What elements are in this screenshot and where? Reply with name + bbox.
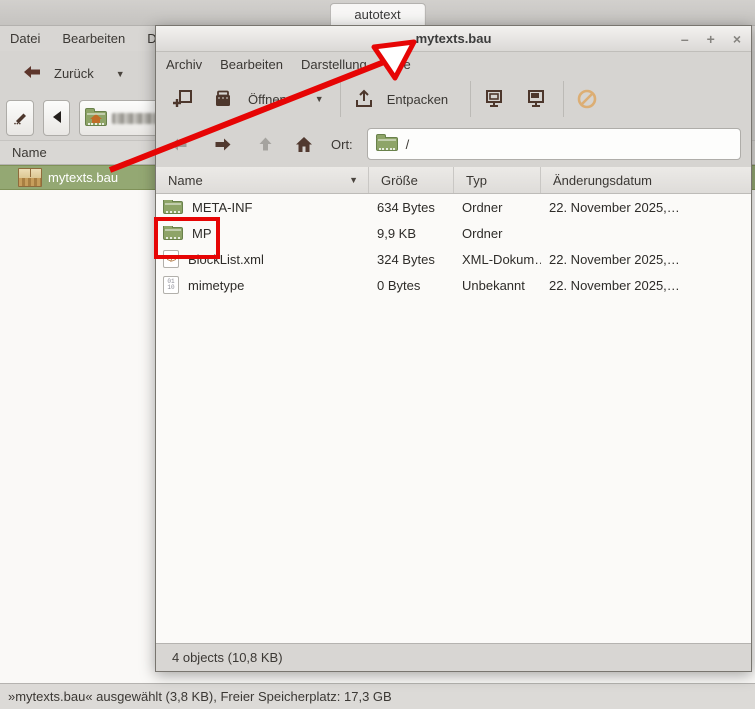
menu-bearbeiten-archive[interactable]: Bearbeiten [220, 57, 283, 72]
stop-icon [574, 86, 600, 112]
file-type: Ordner [454, 226, 541, 241]
nav-up-icon[interactable] [258, 136, 273, 152]
file-type: XML-Dokum… [454, 252, 541, 267]
file-manager-title: autotext [329, 3, 425, 26]
column-header-type[interactable]: Typ [454, 167, 541, 193]
archive-navbar: Ort: / [156, 121, 751, 167]
menu-bearbeiten[interactable]: Bearbeiten [62, 31, 125, 46]
file-date: 22. November 2025,… [541, 278, 751, 293]
xml-file-icon: </> [163, 250, 179, 268]
location-label: Ort: [331, 137, 353, 152]
open-button[interactable]: Öffnen [248, 92, 287, 107]
file-type: Ordner [454, 200, 541, 215]
breadcrumb-scroll-left-button[interactable] [43, 100, 70, 136]
current-folder-icon [376, 137, 398, 151]
archive-menubar: Archiv Bearbeiten Darstellung Hilfe [156, 52, 751, 77]
folder-icon [163, 201, 183, 214]
add-files-button[interactable] [170, 86, 196, 112]
file-size: 634 Bytes [369, 200, 454, 215]
archive-window-title: mytexts.bau [156, 31, 751, 46]
nav-home-icon[interactable] [295, 136, 313, 153]
back-history-dropdown-icon[interactable]: ▼ [116, 69, 125, 79]
file-name: mimetype [188, 278, 244, 293]
file-type: Unbekannt [454, 278, 541, 293]
archive-toolbar: Öffnen ▼ Entpacken [156, 77, 751, 121]
minimize-button[interactable]: – [681, 32, 689, 46]
archive-manager-window: mytexts.bau – + × Archiv Bearbeiten Dars… [155, 25, 752, 672]
selected-file-name: mytexts.bau [48, 170, 118, 185]
extract-icon [351, 86, 377, 112]
table-row-mp[interactable]: MP 9,9 KB Ordner [156, 220, 751, 246]
toolbar-separator [563, 81, 564, 117]
extract-button[interactable]: Entpacken [387, 92, 448, 107]
back-arrow-icon [22, 64, 42, 83]
file-size: 9,9 KB [369, 226, 454, 241]
file-date: 22. November 2025,… [541, 200, 751, 215]
table-row-meta-inf[interactable]: META-INF 634 Bytes Ordner 22. November 2… [156, 194, 751, 220]
menu-darstellung-archive[interactable]: Darstellung [301, 57, 367, 72]
menu-hilfe[interactable]: Hilfe [385, 57, 411, 72]
archive-table-header: Name ▼ Größe Typ Änderungsdatum [156, 167, 751, 194]
file-size: 324 Bytes [369, 252, 454, 267]
file-date: 22. November 2025,… [541, 252, 751, 267]
menu-archiv[interactable]: Archiv [166, 57, 202, 72]
view-all-files-icon[interactable] [481, 86, 507, 112]
table-row-mimetype[interactable]: 0110 mimetype 0 Bytes Unbekannt 22. Nove… [156, 272, 751, 298]
archive-list-empty-area[interactable] [156, 298, 751, 643]
add-folder-button[interactable] [210, 86, 236, 112]
archive-titlebar[interactable]: mytexts.bau – + × [156, 26, 751, 52]
back-button-label: Zurück [54, 66, 94, 81]
nav-forward-icon[interactable] [214, 137, 232, 152]
file-manager-titlebar[interactable]: autotext [0, 0, 755, 26]
archive-statusbar: 4 objects (10,8 KB) [156, 643, 751, 671]
close-button[interactable]: × [733, 32, 741, 46]
table-row-blocklist[interactable]: </> BlockList.xml 324 Bytes XML-Dokum… 2… [156, 246, 751, 272]
toolbar-separator [340, 81, 341, 117]
menu-datei[interactable]: Datei [10, 31, 40, 46]
location-field[interactable]: / [367, 128, 741, 160]
archive-status-text: 4 objects (10,8 KB) [172, 650, 283, 665]
file-manager-statusbar: »mytexts.bau« ausgewählt (3,8 KB), Freie… [0, 683, 755, 709]
toolbar-separator [470, 81, 471, 117]
file-name: META-INF [192, 200, 252, 215]
folder-icon [163, 227, 183, 240]
file-manager-status-text: »mytexts.bau« ausgewählt (3,8 KB), Freie… [8, 689, 392, 704]
binary-file-icon: 0110 [163, 276, 179, 294]
view-as-folder-icon[interactable] [523, 86, 549, 112]
file-list-name-header-label: Name [12, 145, 47, 160]
pencil-icon [12, 109, 28, 128]
column-header-date[interactable]: Änderungsdatum [541, 167, 751, 193]
chevron-left-icon [52, 111, 62, 126]
archive-file-icon [18, 168, 42, 187]
back-button[interactable]: Zurück ▼ [12, 58, 135, 89]
location-path: / [406, 137, 410, 152]
maximize-button[interactable]: + [707, 32, 715, 46]
sort-descending-icon: ▼ [349, 175, 358, 185]
nav-back-icon[interactable] [170, 137, 188, 152]
file-size: 0 Bytes [369, 278, 454, 293]
open-dropdown-icon[interactable]: ▼ [315, 94, 324, 104]
home-folder-icon [85, 111, 107, 126]
edit-location-button[interactable] [6, 100, 34, 136]
archive-file-list: META-INF 634 Bytes Ordner 22. November 2… [156, 194, 751, 643]
column-header-name[interactable]: Name ▼ [156, 167, 369, 193]
file-name: MP [192, 226, 212, 241]
column-header-size[interactable]: Größe [369, 167, 454, 193]
file-name: BlockList.xml [188, 252, 264, 267]
